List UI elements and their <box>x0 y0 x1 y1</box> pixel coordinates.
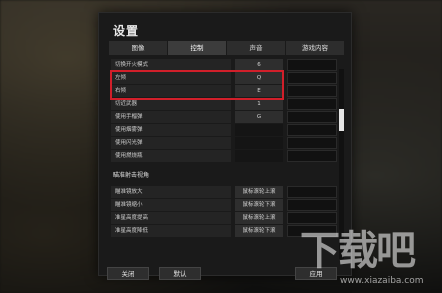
keybind-field[interactable]: 鼠标滚轮下滚 <box>235 225 283 237</box>
alt-keybind-field[interactable] <box>287 199 337 211</box>
watermark: 下载吧 www.xiazaiba.com <box>300 218 440 288</box>
setting-row-molotov: 使用燃烧瓶 <box>111 150 337 162</box>
keybind-field[interactable]: 鼠标滚轮上滚 <box>235 212 283 224</box>
default-button[interactable]: 默认 <box>159 267 201 280</box>
keybind-field[interactable] <box>235 137 283 149</box>
keybind-field[interactable] <box>235 150 283 162</box>
alt-keybind-field[interactable] <box>287 85 337 97</box>
alt-keybind-field[interactable] <box>287 72 337 84</box>
setting-row-flash: 使用闪光弹 <box>111 137 337 149</box>
alt-keybind-field[interactable] <box>287 137 337 149</box>
section-title-aim: 瞄准射击视角 <box>113 172 150 179</box>
setting-label: 准星高度降低 <box>111 225 231 237</box>
alt-keybind-field[interactable] <box>287 59 337 71</box>
dialog-title: 设置 <box>113 24 140 38</box>
tab-controls[interactable]: 控制 <box>168 41 227 55</box>
keybind-field[interactable]: 鼠标滚轮上滚 <box>235 186 283 198</box>
setting-label: 瞄准镜放大 <box>111 186 231 198</box>
keybind-field[interactable]: G <box>235 111 283 123</box>
setting-row-zoom-in: 瞄准镜放大 鼠标滚轮上滚 <box>111 186 337 198</box>
alt-keybind-field[interactable] <box>287 111 337 123</box>
tab-sound[interactable]: 声音 <box>227 41 286 55</box>
watermark-url: www.xiazaiba.com <box>340 276 424 286</box>
setting-label: 使用烟雾弹 <box>111 124 231 136</box>
setting-row-grenade: 使用手榴弹 G <box>111 111 337 123</box>
tab-graphics[interactable]: 图像 <box>109 41 168 55</box>
setting-row-zoom-out: 瞄准镜缩小 鼠标滚轮下滚 <box>111 199 337 211</box>
alt-keybind-field[interactable] <box>287 186 337 198</box>
watermark-logo: 下载吧 <box>300 228 416 274</box>
setting-label: 使用手榴弹 <box>111 111 231 123</box>
setting-label: 使用闪光弹 <box>111 137 231 149</box>
close-button[interactable]: 关闭 <box>107 267 149 280</box>
alt-keybind-field[interactable] <box>287 98 337 110</box>
highlight-box <box>110 70 284 100</box>
tab-bar: 图像 控制 声音 游戏内容 <box>109 41 345 55</box>
keybind-field[interactable] <box>235 124 283 136</box>
scrollbar-thumb[interactable] <box>339 109 344 131</box>
tab-gameplay[interactable]: 游戏内容 <box>286 41 345 55</box>
setting-label: 准星高度提高 <box>111 212 231 224</box>
setting-label: 瞄准镜缩小 <box>111 199 231 211</box>
alt-keybind-field[interactable] <box>287 124 337 136</box>
alt-keybind-field[interactable] <box>287 150 337 162</box>
setting-row-smoke: 使用烟雾弹 <box>111 124 337 136</box>
keybind-field[interactable]: 鼠标滚轮下滚 <box>235 199 283 211</box>
setting-label: 使用燃烧瓶 <box>111 150 231 162</box>
